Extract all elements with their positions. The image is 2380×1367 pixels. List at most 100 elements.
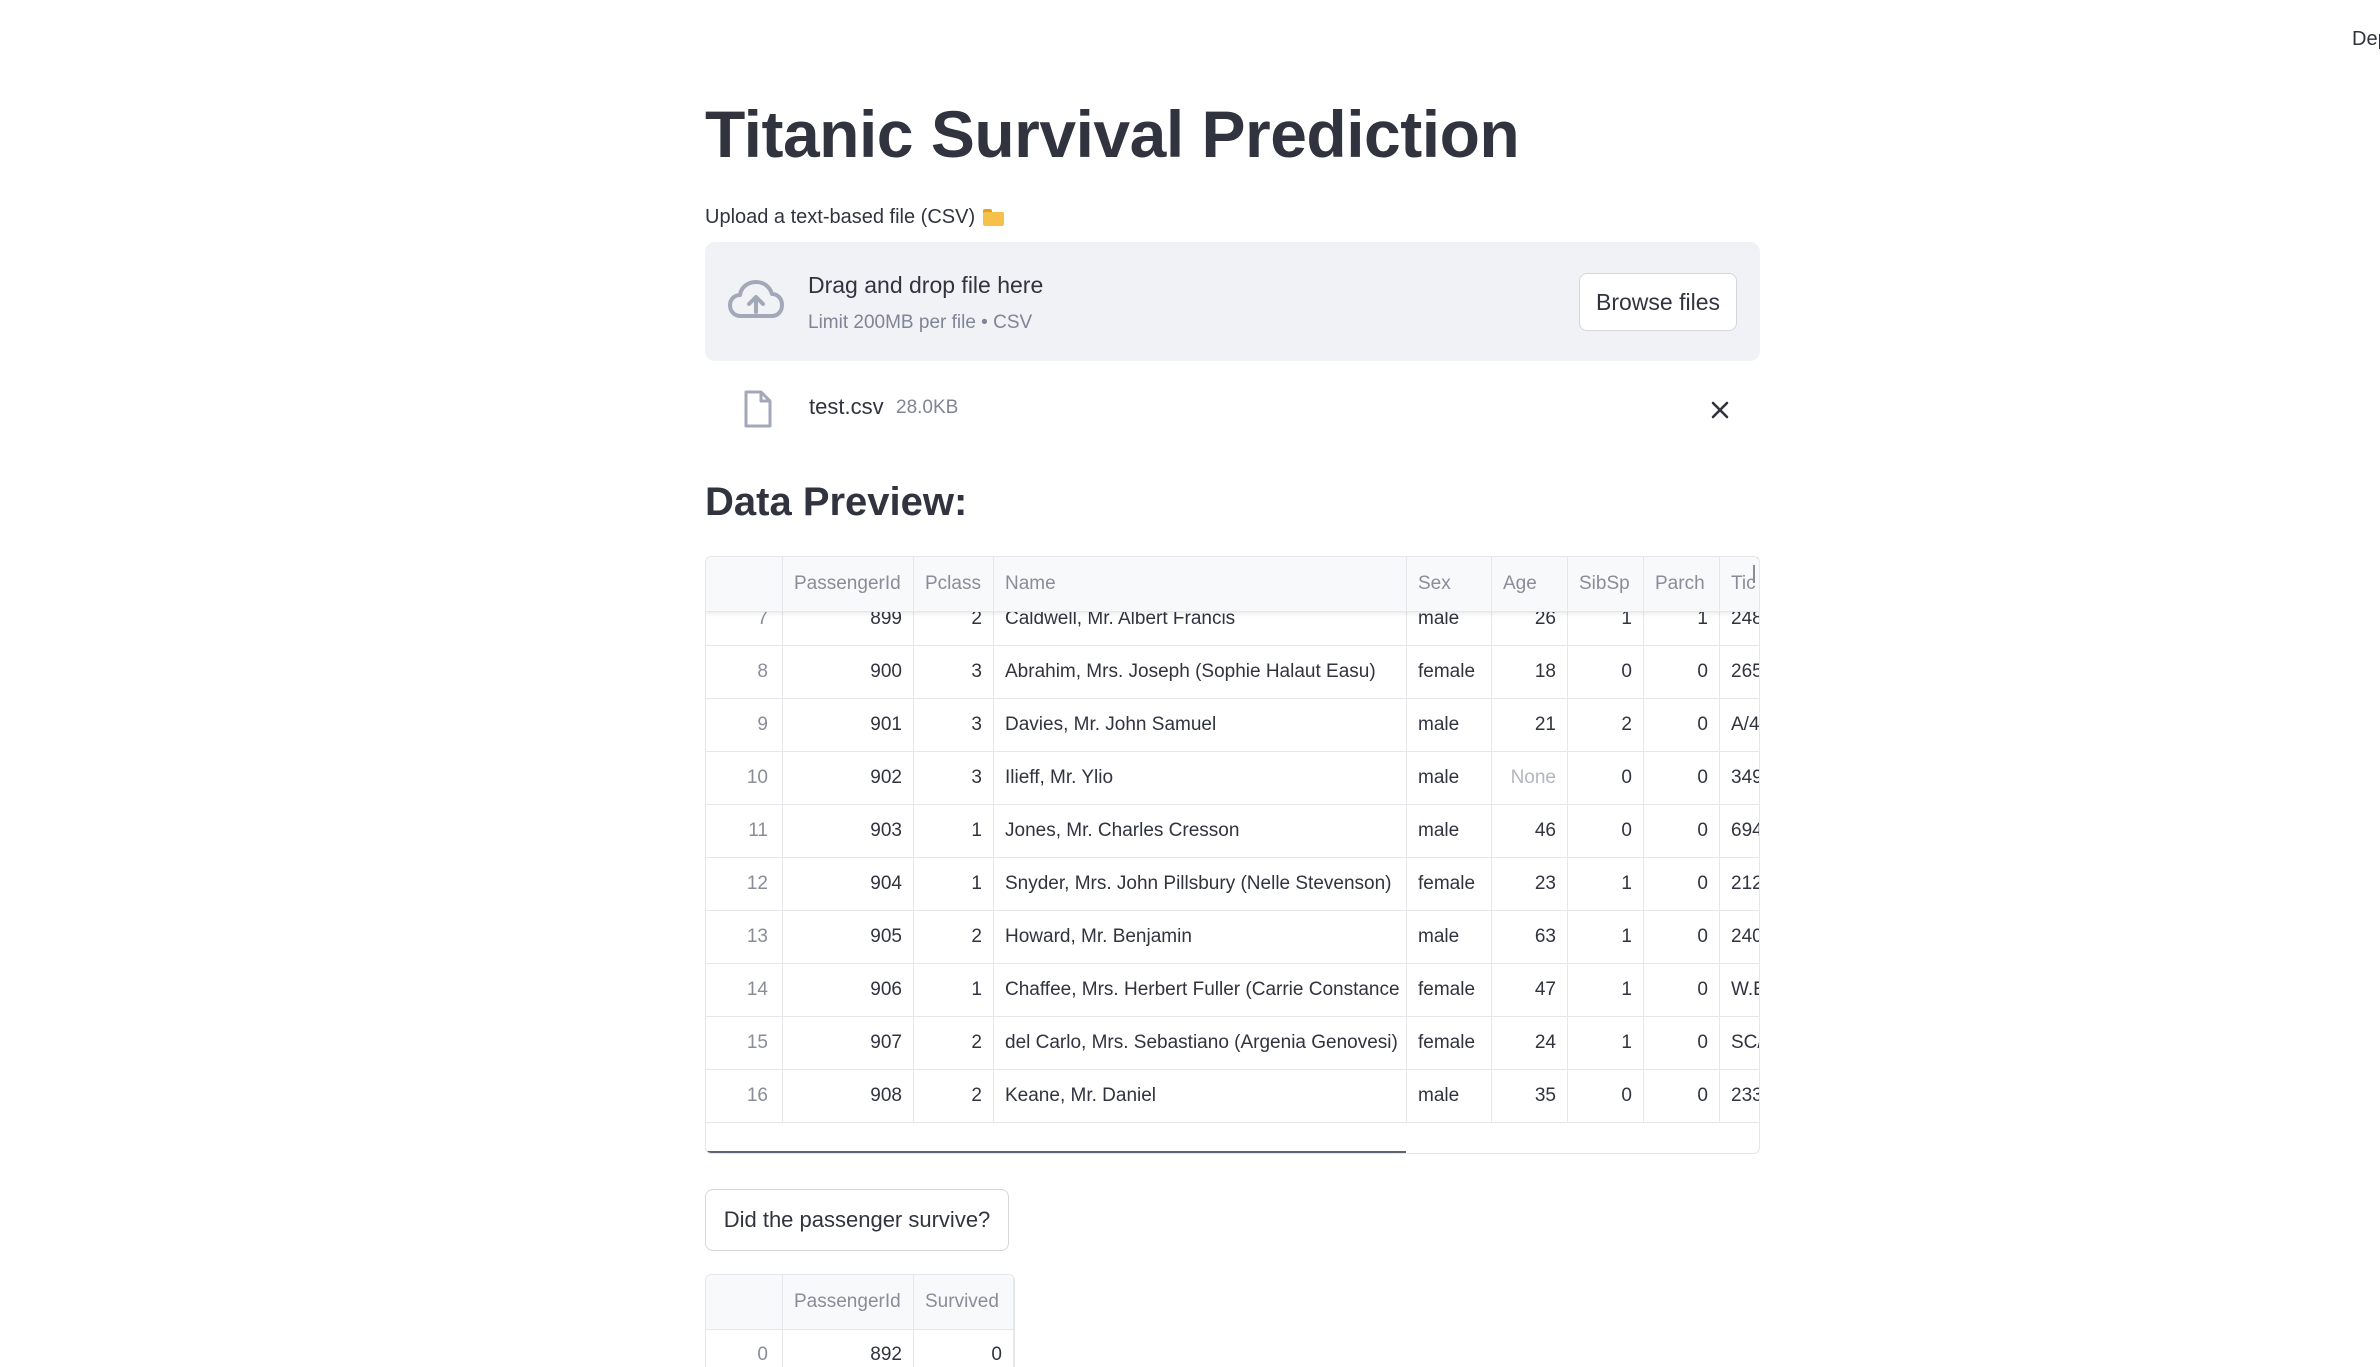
- table-cell: 0: [914, 1329, 1014, 1367]
- predict-survival-button[interactable]: Did the passenger survive?: [705, 1189, 1009, 1251]
- table-cell: Chaffee, Mrs. Herbert Fuller (Carrie Con…: [994, 964, 1407, 1017]
- prediction-result-table[interactable]: 0 892 0 PassengerId Survived: [705, 1274, 1015, 1367]
- table-cell: 2: [1568, 699, 1644, 752]
- table-cell: A/4: [1720, 699, 1759, 752]
- table-cell: 901: [783, 699, 914, 752]
- table-row[interactable]: 9 901 3 Davies, Mr. John Samuel male 21 2 0 A/4: [706, 699, 1759, 752]
- table-row[interactable]: 13 905 2 Howard, Mr. Benjamin male 63 1 0 240: [706, 911, 1759, 964]
- table-cell: del Carlo, Mrs. Sebastiano (Argenia Geno…: [994, 1017, 1407, 1070]
- table-cell: 904: [783, 858, 914, 911]
- table-cell: Keane, Mr. Daniel: [994, 1070, 1407, 1123]
- table-cell: 233: [1720, 1070, 1759, 1123]
- table-cell: male: [1407, 911, 1492, 964]
- table-cell: 1: [914, 858, 994, 911]
- row-index: 13: [706, 911, 783, 964]
- uploader-label: Upload a text-based file (CSV): [705, 206, 1005, 229]
- table-cell: 349: [1720, 752, 1759, 805]
- table-row[interactable]: 14 906 1 Chaffee, Mrs. Herbert Fuller (Carr…: [706, 964, 1759, 1017]
- table-row[interactable]: 15 907 2 del Carlo, Mrs. Sebastiano (Argeni…: [706, 1017, 1759, 1070]
- index-header[interactable]: [706, 1275, 783, 1329]
- table-cell: male: [1407, 1070, 1492, 1123]
- table-cell: Howard, Mr. Benjamin: [994, 911, 1407, 964]
- table-cell: male: [1407, 752, 1492, 805]
- table-cell: W.E: [1720, 964, 1759, 1017]
- table-cell: female: [1407, 964, 1492, 1017]
- dropzone-subtitle: Limit 200MB per file • CSV: [808, 312, 1033, 333]
- browse-files-button[interactable]: Browse files: [1579, 273, 1737, 331]
- uploaded-file-name: test.csv: [809, 394, 884, 419]
- table-cell: 0: [1568, 1070, 1644, 1123]
- row-index: 14: [706, 964, 783, 1017]
- table-row[interactable]: 0 892 0: [706, 1329, 1014, 1367]
- table-cell: 23: [1492, 858, 1568, 911]
- table-cell: 2: [914, 1017, 994, 1070]
- table-cell: 3: [914, 752, 994, 805]
- column-header[interactable]: Parch: [1644, 557, 1720, 611]
- index-header[interactable]: [706, 557, 783, 611]
- file-dropzone[interactable]: Drag and drop file here Limit 200MB per …: [705, 242, 1760, 361]
- table-cell: male: [1407, 699, 1492, 752]
- table-cell: 18: [1492, 646, 1568, 699]
- column-header[interactable]: PassengerId: [783, 557, 914, 611]
- column-header[interactable]: Pclass: [914, 557, 994, 611]
- close-icon[interactable]: [1706, 396, 1734, 424]
- table-cell: 240: [1720, 911, 1759, 964]
- table-cell: 903: [783, 805, 914, 858]
- table-row[interactable]: 8 900 3 Abrahim, Mrs. Joseph (Sophie Halaut…: [706, 646, 1759, 699]
- table-cell: 24: [1492, 1017, 1568, 1070]
- cloud-upload-icon: [728, 280, 784, 318]
- data-preview-heading: Data Preview:: [705, 480, 968, 524]
- table-cell: 1: [1568, 1017, 1644, 1070]
- table-cell: 0: [1644, 1070, 1720, 1123]
- table-cell: 21: [1492, 699, 1568, 752]
- table-cell: 0: [1568, 805, 1644, 858]
- table-cell: Snyder, Mrs. John Pillsbury (Nelle Steve…: [994, 858, 1407, 911]
- table-cell: None: [1492, 752, 1568, 805]
- column-header[interactable]: Sex: [1407, 557, 1492, 611]
- data-preview-table[interactable]: 68983Connolly, Miss. Katefemale300033078…: [705, 556, 1760, 1154]
- table-cell: 0: [1644, 911, 1720, 964]
- table-cell: 35: [1492, 1070, 1568, 1123]
- column-header[interactable]: Survived: [914, 1275, 1014, 1329]
- table-cell: female: [1407, 1017, 1492, 1070]
- table-row[interactable]: 10 902 3 Ilieff, Mr. Ylio male None 0 0 349: [706, 752, 1759, 805]
- table-cell: 1: [914, 805, 994, 858]
- table-header: PassengerId Pclass Name Sex Age SibSp Parch Tic: [706, 557, 1759, 612]
- table-cell: 46: [1492, 805, 1568, 858]
- table-header: PassengerId Survived: [706, 1275, 1014, 1330]
- table-cell: Jones, Mr. Charles Cresson: [994, 805, 1407, 858]
- table-cell: 3: [914, 699, 994, 752]
- column-header[interactable]: Age: [1492, 557, 1568, 611]
- table-cell: 1: [1568, 858, 1644, 911]
- table-cell: 900: [783, 646, 914, 699]
- uploaded-file-item: test.csv 28.0KB: [705, 381, 1760, 437]
- table-cell: 1: [1568, 964, 1644, 1017]
- uploaded-file-size: 28.0KB: [896, 397, 959, 418]
- deploy-button[interactable]: Dep: [2352, 28, 2380, 51]
- table-row[interactable]: 16 908 2 Keane, Mr. Daniel male 35 0 0 233: [706, 1070, 1759, 1123]
- table-cell: Ilieff, Mr. Ylio: [994, 752, 1407, 805]
- table-cell: 0: [1644, 964, 1720, 1017]
- column-header[interactable]: SibSp: [1568, 557, 1644, 611]
- table-cell: 906: [783, 964, 914, 1017]
- table-cell: 0: [1644, 699, 1720, 752]
- table-cell: 908: [783, 1070, 914, 1123]
- column-header[interactable]: Name: [994, 557, 1407, 611]
- table-cell: female: [1407, 858, 1492, 911]
- table-cell: 1: [1568, 911, 1644, 964]
- column-header[interactable]: PassengerId: [783, 1275, 914, 1329]
- row-index: 9: [706, 699, 783, 752]
- table-row[interactable]: 11 903 1 Jones, Mr. Charles Cresson male 46 0 0…: [706, 805, 1759, 858]
- table-row[interactable]: 12 904 1 Snyder, Mrs. John Pillsbury (Nelle…: [706, 858, 1759, 911]
- row-index: 10: [706, 752, 783, 805]
- table-cell: 212: [1720, 858, 1759, 911]
- column-resize-handle[interactable]: [1753, 565, 1755, 583]
- table-cell: 892: [783, 1329, 914, 1367]
- horizontal-scrollbar[interactable]: [706, 1151, 1406, 1153]
- table-cell: Abrahim, Mrs. Joseph (Sophie Halaut Easu…: [994, 646, 1407, 699]
- table-cell: 902: [783, 752, 914, 805]
- table-body: 68983Connolly, Miss. Katefemale300033078…: [706, 557, 1759, 1153]
- row-index: 16: [706, 1070, 783, 1123]
- table-cell: 905: [783, 911, 914, 964]
- table-cell: 3: [914, 646, 994, 699]
